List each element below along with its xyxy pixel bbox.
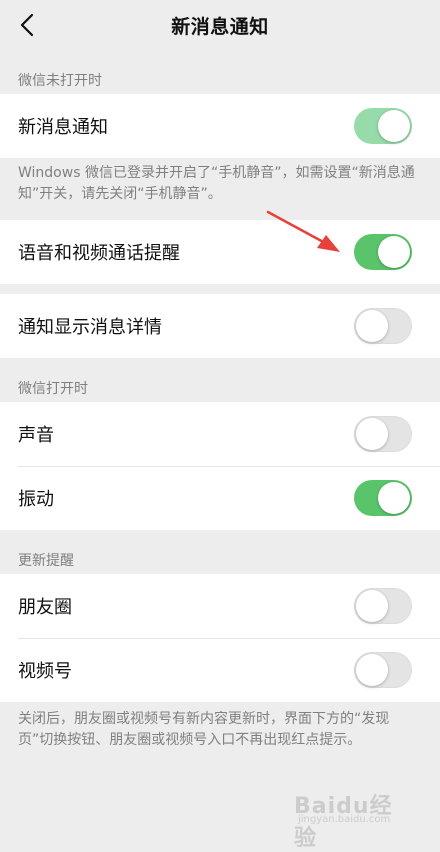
call-reminder-label: 语音和视频通话提醒: [18, 243, 180, 264]
row-channels: 视频号: [0, 638, 440, 702]
toggle-knob: [356, 590, 388, 622]
show-details-label: 通知显示消息详情: [18, 317, 162, 338]
watermark-sub: jingyan.baidu.com: [298, 814, 391, 825]
sound-label: 声音: [18, 425, 54, 446]
channels-label: 视频号: [18, 661, 72, 682]
channels-toggle[interactable]: [354, 652, 412, 688]
group-call-reminder: 语音和视频通话提醒: [0, 220, 440, 284]
new-message-label: 新消息通知: [18, 117, 108, 138]
row-vibrate: 振动: [0, 466, 440, 530]
section-label-update: 更新提醒: [18, 553, 74, 569]
group-open: 声音 振动: [0, 402, 440, 530]
moments-toggle[interactable]: [354, 588, 412, 624]
section-label-closed: 微信未打开时: [18, 73, 102, 89]
mute-note: Windows 微信已登录并开启了“手机静音”，如需设置“新消息通知”开关，请先…: [18, 165, 415, 202]
baidu-watermark: Baidu经验 jingyan.baidu.com: [294, 784, 414, 851]
show-details-toggle[interactable]: [354, 308, 412, 344]
toggle-knob: [378, 236, 410, 268]
moments-label: 朋友圈: [18, 597, 72, 618]
row-new-message: 新消息通知: [0, 94, 440, 158]
group-update: 朋友圈 视频号: [0, 574, 440, 702]
red-arrow-annotation: [266, 210, 340, 252]
toggle-knob: [378, 110, 410, 142]
toggle-knob: [378, 482, 410, 514]
section-label-open: 微信打开时: [18, 381, 88, 397]
row-sound: 声音: [0, 402, 440, 466]
group-show-details: 通知显示消息详情: [0, 294, 440, 358]
vibrate-label: 振动: [18, 489, 54, 510]
group-new-message: 新消息通知: [0, 94, 440, 158]
row-show-details: 通知显示消息详情: [0, 294, 440, 358]
nav-bar: 新消息通知: [0, 0, 440, 52]
toggle-knob: [356, 654, 388, 686]
sound-toggle[interactable]: [354, 416, 412, 452]
row-call-reminder: 语音和视频通话提醒: [0, 220, 440, 284]
toggle-knob: [356, 418, 388, 450]
new-message-toggle[interactable]: [354, 108, 412, 144]
row-moments: 朋友圈: [0, 574, 440, 638]
call-reminder-toggle[interactable]: [354, 234, 412, 270]
update-note: 关闭后，朋友圈或视频号有新内容更新时，界面下方的“发现页”切换按钮、朋友圈或视频…: [18, 711, 390, 748]
toggle-knob: [356, 310, 388, 342]
page-title: 新消息通知: [171, 16, 269, 38]
vibrate-toggle[interactable]: [354, 480, 412, 516]
